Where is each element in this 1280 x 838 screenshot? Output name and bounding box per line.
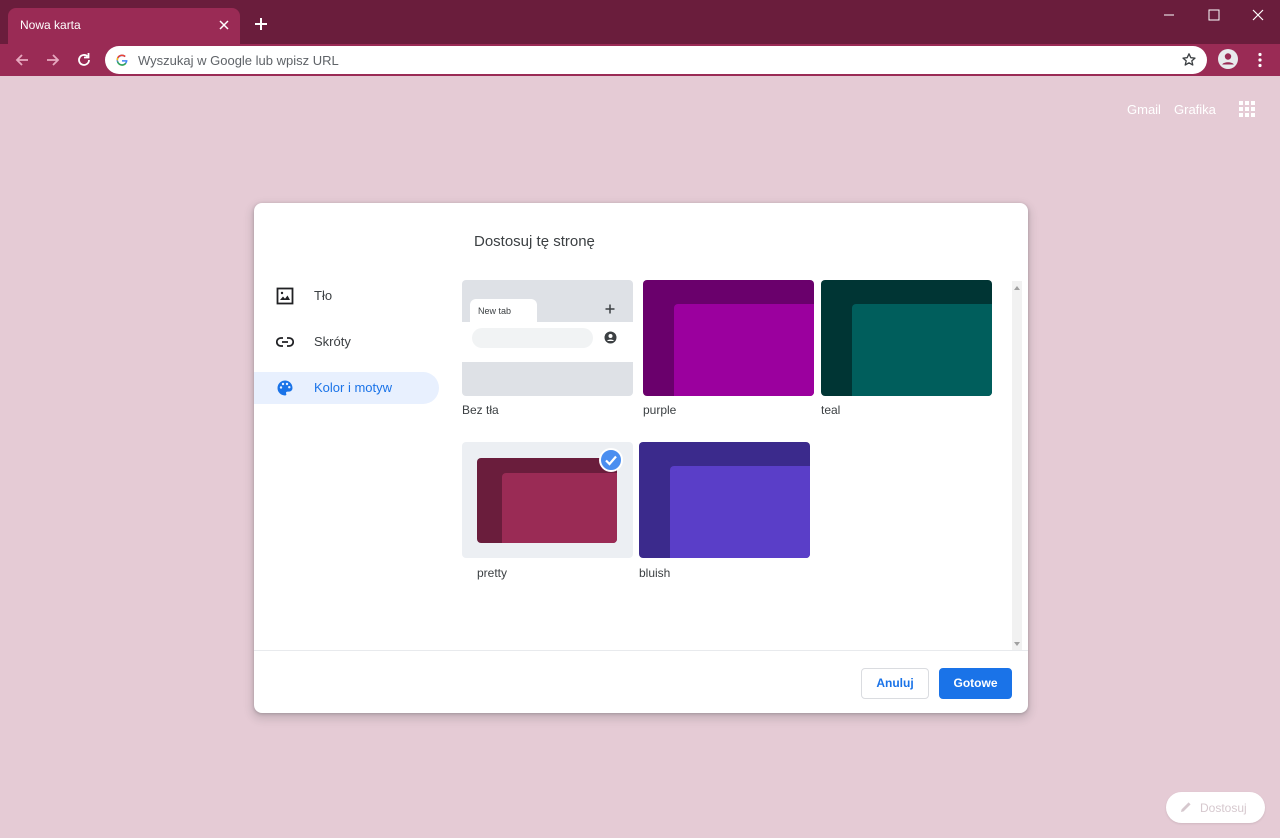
done-button[interactable]: Gotowe: [939, 668, 1012, 699]
close-tab-icon[interactable]: [216, 17, 232, 33]
preview-profile-icon: [604, 331, 617, 344]
menu-label-background: Tło: [314, 288, 333, 303]
tab-new-tab[interactable]: Nowa karta: [8, 8, 240, 44]
link-icon: [276, 337, 294, 347]
dialog-title: Dostosuj tę stronę: [474, 233, 595, 250]
preview-toolbar: [462, 322, 633, 362]
toolbar: Wyszukaj w Google lub wpisz URL: [0, 44, 1280, 76]
profile-avatar-icon[interactable]: [1218, 49, 1238, 69]
palette-icon: [277, 380, 293, 396]
preview-omnibox: [472, 328, 593, 348]
close-window-icon[interactable]: [1249, 6, 1267, 24]
omnibox-placeholder: Wyszukaj w Google lub wpisz URL: [138, 53, 339, 68]
preview-tab-label: New tab: [478, 306, 512, 316]
teal-swatch: [852, 304, 992, 396]
menu-label-shortcuts: Skróty: [314, 334, 351, 349]
theme-label-pretty: pretty: [477, 566, 508, 580]
theme-label-purple: purple: [643, 403, 677, 417]
theme-tile-purple[interactable]: [643, 280, 814, 396]
new-tab-icon[interactable]: [251, 14, 271, 34]
theme-tile-default[interactable]: New tab: [462, 280, 633, 396]
preview-plus-icon: [605, 304, 615, 314]
reload-icon[interactable]: [74, 50, 94, 70]
selected-check-icon: [599, 448, 623, 472]
theme-label-default: Bez tła: [462, 403, 499, 417]
scroll-down-icon[interactable]: [1013, 640, 1021, 648]
theme-tile-teal[interactable]: [821, 280, 992, 396]
maximize-icon[interactable]: [1205, 6, 1223, 24]
image-icon: [276, 287, 294, 305]
cancel-button[interactable]: Anuluj: [861, 668, 929, 699]
scroll-up-icon[interactable]: [1013, 284, 1021, 292]
menu-item-color-theme[interactable]: Kolor i motyw: [254, 372, 439, 404]
images-link[interactable]: Grafika: [1174, 102, 1216, 117]
customize-dialog: Dostosuj tę stronę Tło Skróty Kolor i mo…: [254, 203, 1028, 713]
customize-label: Dostosuj: [1200, 801, 1247, 815]
back-icon[interactable]: [12, 50, 32, 70]
menu-label-color-theme: Kolor i motyw: [314, 380, 393, 395]
menu-item-shortcuts[interactable]: Skróty: [254, 326, 439, 358]
pretty-swatch-inner: [502, 473, 617, 543]
tab-title: Nowa karta: [20, 18, 81, 32]
theme-label-teal: teal: [821, 403, 841, 417]
theme-tile-bluish[interactable]: [639, 442, 810, 558]
google-icon: [116, 54, 128, 66]
title-bar: Nowa karta: [0, 0, 1280, 44]
bluish-swatch: [670, 466, 810, 558]
minimize-icon[interactable]: [1160, 6, 1178, 24]
gmail-link[interactable]: Gmail: [1127, 102, 1161, 117]
theme-label-bluish: bluish: [639, 566, 671, 580]
dialog-footer-divider: [254, 650, 1028, 651]
pretty-swatch: [477, 458, 617, 543]
omnibox[interactable]: Wyszukaj w Google lub wpisz URL: [105, 46, 1207, 74]
purple-swatch: [674, 304, 814, 396]
apps-grid-icon[interactable]: [1238, 100, 1256, 118]
menu-kebab-icon[interactable]: [1251, 50, 1269, 70]
pencil-icon: [1181, 802, 1191, 812]
forward-icon[interactable]: [43, 50, 63, 70]
bookmark-star-icon[interactable]: [1181, 52, 1197, 68]
theme-list-scrollbar[interactable]: [1012, 281, 1022, 651]
menu-item-background[interactable]: Tło: [254, 280, 439, 312]
customize-button[interactable]: Dostosuj: [1166, 792, 1265, 823]
